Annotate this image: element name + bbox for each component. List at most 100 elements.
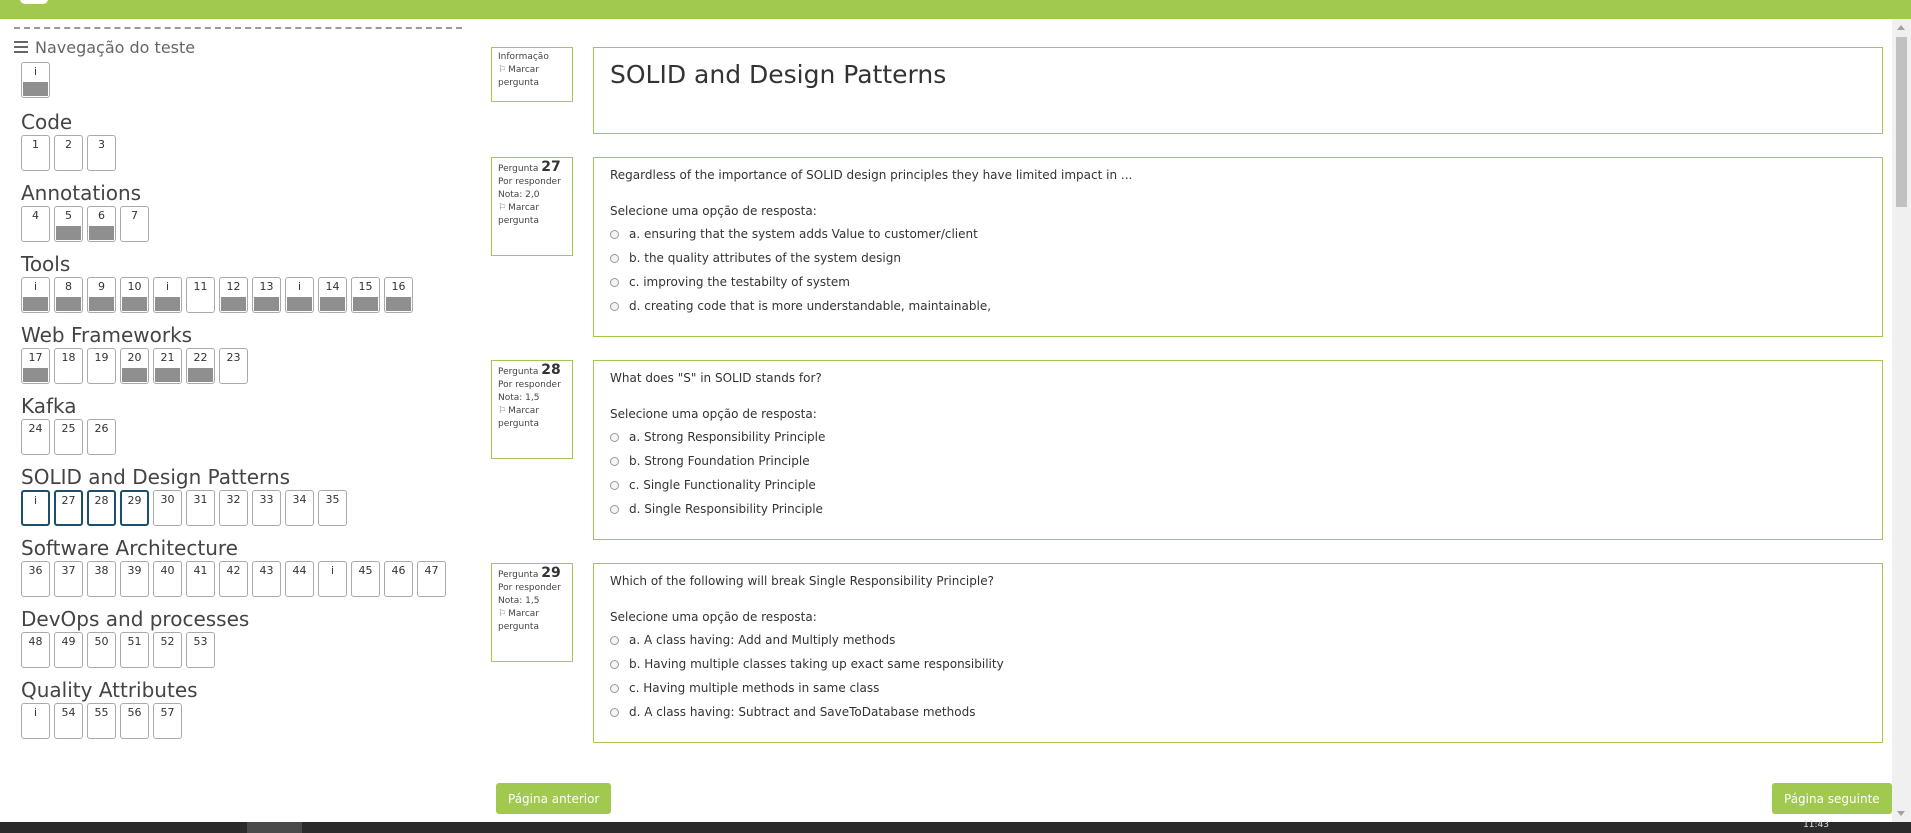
- nav-question-button[interactable]: 4: [21, 206, 50, 242]
- scroll-down-arrow-icon[interactable]: [1897, 811, 1905, 816]
- nav-question-button[interactable]: 23: [219, 348, 248, 384]
- nav-question-button[interactable]: 47: [417, 561, 446, 597]
- nav-question-button[interactable]: 55: [87, 703, 116, 739]
- nav-question-button[interactable]: i: [21, 703, 50, 739]
- answer-option[interactable]: c. Single Functionality Principle: [610, 473, 1866, 497]
- nav-question-button[interactable]: 34: [285, 490, 314, 526]
- answer-option[interactable]: b. Strong Foundation Principle: [610, 449, 1866, 473]
- nav-question-button[interactable]: 57: [153, 703, 182, 739]
- radio-button[interactable]: [610, 301, 619, 311]
- nav-question-button[interactable]: 52: [153, 632, 182, 668]
- nav-question-button[interactable]: 19: [87, 348, 116, 384]
- radio-button[interactable]: [610, 277, 619, 287]
- nav-question-button[interactable]: 8: [54, 277, 83, 313]
- radio-button[interactable]: [610, 659, 619, 669]
- nav-question-button[interactable]: 6: [87, 206, 116, 242]
- nav-question-button[interactable]: 43: [252, 561, 281, 597]
- nav-question-button[interactable]: 37: [54, 561, 83, 597]
- flag-question[interactable]: ⚐ Marcar pergunta: [498, 202, 566, 228]
- nav-question-button[interactable]: 11: [186, 277, 215, 313]
- nav-question-button[interactable]: 31: [186, 490, 215, 526]
- flag-question[interactable]: ⚐ Marcar pergunta: [498, 608, 566, 634]
- radio-button[interactable]: [610, 253, 619, 263]
- radio-button[interactable]: [610, 707, 619, 717]
- nav-question-button[interactable]: i: [285, 277, 314, 313]
- nav-question-button[interactable]: 17: [21, 348, 50, 384]
- nav-question-button[interactable]: 13: [252, 277, 281, 313]
- answer-option[interactable]: c. Having multiple methods in same class: [610, 676, 1866, 700]
- nav-question-button[interactable]: 15: [351, 277, 380, 313]
- flag-question[interactable]: ⚐ Marcar pergunta: [498, 405, 566, 431]
- nav-question-button[interactable]: 51: [120, 632, 149, 668]
- nav-question-button[interactable]: 42: [219, 561, 248, 597]
- nav-question-button[interactable]: 5: [54, 206, 83, 242]
- nav-question-button[interactable]: i: [153, 277, 182, 313]
- nav-question-button[interactable]: 20: [120, 348, 149, 384]
- radio-button[interactable]: [610, 456, 619, 466]
- nav-question-button[interactable]: 38: [87, 561, 116, 597]
- nav-question-button[interactable]: 3: [87, 135, 116, 171]
- answer-option[interactable]: a. Strong Responsibility Principle: [610, 425, 1866, 449]
- radio-button[interactable]: [610, 504, 619, 514]
- nav-question-button[interactable]: 16: [384, 277, 413, 313]
- answer-option[interactable]: d. A class having: Subtract and SaveToDa…: [610, 700, 1866, 724]
- hamburger-menu-icon[interactable]: [14, 41, 28, 53]
- nav-question-button[interactable]: 22: [186, 348, 215, 384]
- radio-button[interactable]: [610, 635, 619, 645]
- nav-question-button[interactable]: 49: [54, 632, 83, 668]
- nav-question-button[interactable]: i: [21, 490, 50, 526]
- radio-button[interactable]: [610, 683, 619, 693]
- nav-question-button[interactable]: 25: [54, 419, 83, 455]
- answer-option[interactable]: d. creating code that is more understand…: [610, 294, 1866, 318]
- nav-question-button[interactable]: 27: [54, 490, 83, 526]
- nav-question-button[interactable]: 1: [21, 135, 50, 171]
- nav-question-button[interactable]: 35: [318, 490, 347, 526]
- nav-question-button[interactable]: 39: [120, 561, 149, 597]
- nav-question-button[interactable]: 26: [87, 419, 116, 455]
- nav-question-button[interactable]: 29: [120, 490, 149, 526]
- nav-question-button[interactable]: 45: [351, 561, 380, 597]
- nav-question-button[interactable]: 10: [120, 277, 149, 313]
- nav-question-button[interactable]: 9: [87, 277, 116, 313]
- site-logo[interactable]: [20, 0, 48, 4]
- nav-question-button[interactable]: 21: [153, 348, 182, 384]
- answer-option[interactable]: b. Having multiple classes taking up exa…: [610, 652, 1866, 676]
- nav-question-button[interactable]: 54: [54, 703, 83, 739]
- nav-question-button[interactable]: 32: [219, 490, 248, 526]
- nav-question-button[interactable]: 53: [186, 632, 215, 668]
- nav-question-button[interactable]: 12: [219, 277, 248, 313]
- nav-question-button[interactable]: 50: [87, 632, 116, 668]
- nav-question-button[interactable]: 14: [318, 277, 347, 313]
- answer-option[interactable]: a. ensuring that the system adds Value t…: [610, 222, 1866, 246]
- radio-button[interactable]: [610, 480, 619, 490]
- nav-question-button[interactable]: 24: [21, 419, 50, 455]
- nav-question-button[interactable]: 18: [54, 348, 83, 384]
- nav-question-button[interactable]: 36: [21, 561, 50, 597]
- scrollbar-thumb[interactable]: [1896, 37, 1907, 207]
- radio-button[interactable]: [610, 432, 619, 442]
- nav-question-button[interactable]: 7: [120, 206, 149, 242]
- page-scrollbar[interactable]: [1892, 19, 1911, 822]
- scroll-up-arrow-icon[interactable]: [1897, 25, 1905, 30]
- nav-info-button[interactable]: i: [21, 62, 50, 98]
- answer-option[interactable]: d. Single Responsibility Principle: [610, 497, 1866, 521]
- radio-button[interactable]: [610, 229, 619, 239]
- nav-question-button[interactable]: 40: [153, 561, 182, 597]
- nav-question-button[interactable]: 33: [252, 490, 281, 526]
- previous-page-button[interactable]: Página anterior: [496, 783, 612, 814]
- nav-question-button[interactable]: 46: [384, 561, 413, 597]
- next-page-button[interactable]: Página seguinte: [1772, 783, 1892, 814]
- nav-question-button[interactable]: 48: [21, 632, 50, 668]
- nav-question-button[interactable]: 41: [186, 561, 215, 597]
- nav-question-button[interactable]: 30: [153, 490, 182, 526]
- answer-option[interactable]: c. improving the testabilty of system: [610, 270, 1866, 294]
- nav-question-button[interactable]: 2: [54, 135, 83, 171]
- nav-question-button[interactable]: i: [318, 561, 347, 597]
- nav-question-button[interactable]: 28: [87, 490, 116, 526]
- flag-info[interactable]: ⚐ Marcar pergunta: [498, 64, 566, 90]
- answer-option[interactable]: a. A class having: Add and Multiply meth…: [610, 628, 1866, 652]
- taskbar-app-button[interactable]: [247, 822, 302, 833]
- nav-question-button[interactable]: 56: [120, 703, 149, 739]
- answer-option[interactable]: b. the quality attributes of the system …: [610, 246, 1866, 270]
- nav-question-button[interactable]: 44: [285, 561, 314, 597]
